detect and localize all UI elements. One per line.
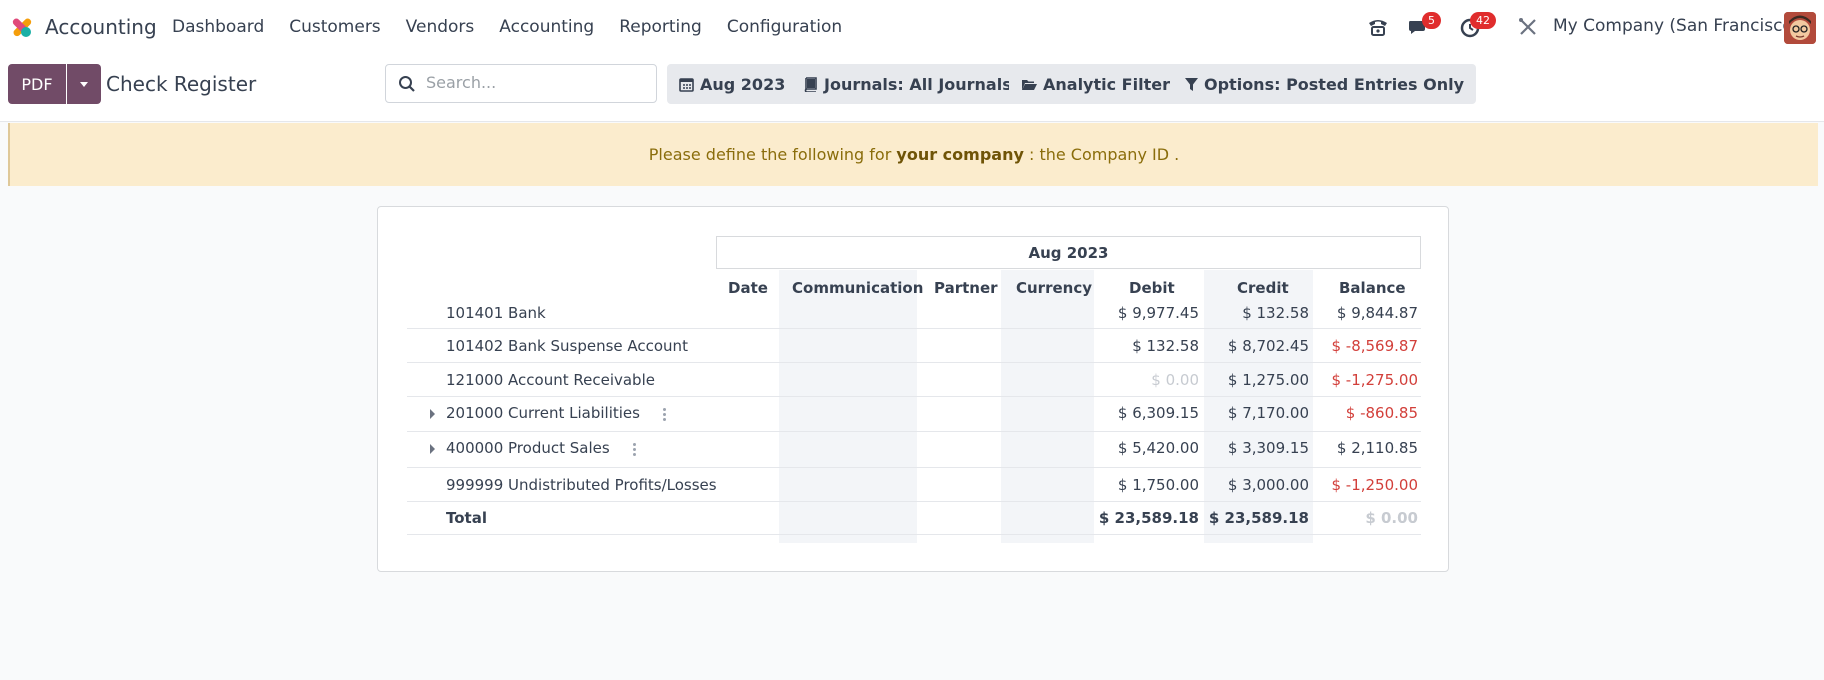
table-row[interactable]: 101402 Bank Suspense Account $ 132.58 $ … — [407, 329, 1421, 363]
debit-value: $ 5,420.00 — [1117, 439, 1199, 457]
column-header-currency[interactable]: Currency — [1016, 279, 1092, 297]
activities-badge: 42 — [1470, 12, 1496, 29]
phone-icon[interactable] — [1366, 15, 1390, 39]
table-row[interactable]: 999999 Undistributed Profits/Losses $ 1,… — [407, 468, 1421, 502]
warning-suffix: : the Company ID . — [1023, 145, 1180, 164]
column-header-credit[interactable]: Credit — [1237, 279, 1289, 297]
balance-value: $ -1,250.00 — [1331, 476, 1418, 494]
report-card: Aug 2023 Date Communication Partner Curr… — [377, 206, 1449, 572]
account-name[interactable]: 400000 Product Sales — [446, 439, 610, 457]
account-name[interactable]: 201000 Current Liabilities — [446, 404, 640, 422]
column-header-date[interactable]: Date — [728, 279, 768, 297]
balance-value: $ -860.85 — [1345, 404, 1418, 422]
calendar-icon — [679, 77, 694, 92]
account-name[interactable]: 999999 Undistributed Profits/Losses — [446, 476, 717, 494]
debit-value: $ 9,977.45 — [1117, 304, 1199, 322]
debug-tools-icon[interactable] — [1516, 15, 1540, 39]
column-header-communication[interactable]: Communication — [792, 279, 923, 297]
funnel-icon — [1185, 77, 1198, 91]
search-box[interactable] — [385, 64, 657, 103]
column-header-partner[interactable]: Partner — [934, 279, 998, 297]
menu-vendors[interactable]: Vendors — [406, 17, 475, 37]
menu-accounting[interactable]: Accounting — [499, 17, 594, 37]
menu-customers[interactable]: Customers — [289, 17, 380, 37]
expand-caret-icon[interactable] — [430, 409, 435, 419]
menu-dashboard[interactable]: Dashboard — [172, 17, 264, 37]
analytic-filter-label: Analytic Filter — [1043, 74, 1170, 94]
table-row[interactable]: 101401 Bank $ 9,977.45 $ 132.58 $ 9,844.… — [407, 298, 1421, 329]
company-warning-banner: Please define the following for your com… — [8, 123, 1818, 186]
main-menu: Dashboard Customers Vendors Accounting R… — [172, 17, 867, 37]
debit-value: $ 0.00 — [1151, 371, 1199, 389]
control-panel: PDF Check Register Aug 2023 Journals: Al… — [0, 54, 1824, 122]
warning-company-link[interactable]: your company — [896, 145, 1024, 164]
table-row[interactable]: 400000 Product Sales $ 5,420.00 $ 3,309.… — [407, 432, 1421, 468]
kebab-menu-icon[interactable] — [633, 443, 636, 458]
avatar-face-icon — [1784, 12, 1816, 44]
table-row[interactable]: 201000 Current Liabilities $ 6,309.15 $ … — [407, 397, 1421, 432]
account-name[interactable]: 101402 Bank Suspense Account — [446, 337, 688, 355]
options-filter-label: Options: Posted Entries Only — [1204, 74, 1465, 94]
page-title: Check Register — [106, 72, 257, 96]
total-credit: $ 23,589.18 — [1208, 509, 1309, 527]
options-filter-button[interactable]: Options: Posted Entries Only — [1173, 64, 1477, 104]
total-balance: $ 0.00 — [1365, 509, 1418, 527]
balance-value: $ -1,275.00 — [1331, 371, 1418, 389]
date-filter-label: Aug 2023 — [700, 74, 786, 94]
column-header-balance[interactable]: Balance — [1339, 279, 1406, 297]
journals-filter-button[interactable]: Journals: All Journals — [791, 64, 1024, 104]
debit-value: $ 132.58 — [1132, 337, 1199, 355]
balance-value: $ 2,110.85 — [1336, 439, 1418, 457]
company-switcher[interactable]: My Company (San Francisco) — [1553, 16, 1799, 36]
caret-down-icon — [80, 81, 88, 87]
balance-value: $ 9,844.87 — [1336, 304, 1418, 322]
credit-value: $ 8,702.45 — [1227, 337, 1309, 355]
folder-open-icon — [1022, 79, 1037, 90]
date-filter-button[interactable]: Aug 2023 — [667, 64, 798, 104]
account-name[interactable]: 101401 Bank — [446, 304, 546, 322]
total-debit: $ 23,589.18 — [1098, 509, 1199, 527]
debit-value: $ 1,750.00 — [1117, 476, 1199, 494]
search-icon — [399, 76, 415, 92]
expand-caret-icon[interactable] — [430, 444, 435, 454]
top-navbar: Accounting Dashboard Customers Vendors A… — [0, 0, 1824, 54]
pdf-button[interactable]: PDF — [8, 64, 66, 104]
menu-configuration[interactable]: Configuration — [727, 17, 842, 37]
balance-value: $ -8,569.87 — [1331, 337, 1418, 355]
credit-value: $ 132.58 — [1242, 304, 1309, 322]
search-input[interactable] — [426, 73, 646, 92]
app-name[interactable]: Accounting — [45, 15, 157, 39]
credit-value: $ 3,000.00 — [1227, 476, 1309, 494]
period-header: Aug 2023 — [716, 236, 1421, 269]
kebab-menu-icon[interactable] — [663, 408, 666, 423]
book-icon — [804, 76, 817, 92]
credit-value: $ 3,309.15 — [1227, 439, 1309, 457]
pdf-dropdown-toggle[interactable] — [67, 64, 101, 104]
total-row: Total $ 23,589.18 $ 23,589.18 $ 0.00 — [407, 502, 1421, 535]
debit-value: $ 6,309.15 — [1117, 404, 1199, 422]
menu-reporting[interactable]: Reporting — [619, 17, 702, 37]
credit-value: $ 7,170.00 — [1227, 404, 1309, 422]
accounting-app-icon[interactable] — [9, 14, 35, 40]
user-avatar[interactable] — [1784, 12, 1816, 44]
credit-value: $ 1,275.00 — [1227, 371, 1309, 389]
account-name[interactable]: 121000 Account Receivable — [446, 371, 655, 389]
journals-filter-label: Journals: All Journals — [824, 74, 1012, 94]
analytic-filter-button[interactable]: Analytic Filter — [1009, 64, 1182, 104]
messages-badge: 5 — [1422, 12, 1441, 29]
column-header-debit[interactable]: Debit — [1129, 279, 1175, 297]
table-row[interactable]: 121000 Account Receivable $ 0.00 $ 1,275… — [407, 363, 1421, 397]
warning-prefix: Please define the following for — [648, 145, 897, 164]
total-label: Total — [446, 509, 487, 527]
